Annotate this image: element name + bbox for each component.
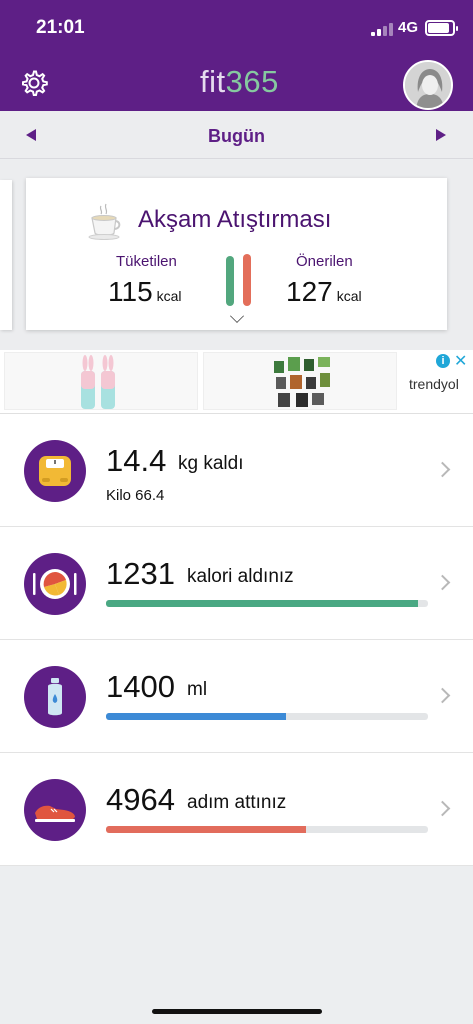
tea-cup-icon [88, 203, 121, 240]
meal-card[interactable]: Akşam Atıştırması Tüketilen 115 kcal Öner… [26, 178, 447, 330]
app-logo: fit365 [200, 64, 279, 100]
toy-figures-image [274, 357, 330, 407]
weight-row[interactable]: 14.4 kg kaldı Kilo 66.4 [0, 414, 473, 527]
consumed-value: 115 kcal [108, 276, 182, 308]
steps-unit: adım attınız [187, 792, 287, 813]
logo-fit: fit [200, 64, 226, 99]
chevron-right-icon [434, 461, 451, 478]
consumed-unit: kcal [156, 288, 182, 304]
ad-banner[interactable]: i ✕ trendyol [0, 350, 473, 414]
water-unit: ml [187, 679, 208, 700]
ad-close-icon[interactable]: ✕ [454, 351, 467, 371]
sneaker-icon [24, 779, 86, 841]
recommended-number: 127 [286, 276, 333, 307]
current-weight: Kilo 66.4 [106, 487, 165, 504]
water-progress-fill [106, 713, 287, 720]
status-time: 21:01 [36, 17, 85, 38]
calories-unit: kalori aldınız [187, 566, 294, 587]
recommended-value: 127 kcal [286, 276, 362, 308]
home-indicator[interactable] [152, 1009, 322, 1014]
water-row[interactable]: 1400 ml [0, 640, 473, 753]
signal-icon [371, 22, 393, 36]
settings-gear-icon[interactable] [20, 69, 48, 97]
weight-remaining-unit: kg kaldı [178, 453, 244, 474]
recommended-bar [243, 254, 251, 306]
battery-icon [425, 20, 458, 36]
calories-value: 1231 [106, 556, 175, 591]
profile-avatar[interactable] [403, 60, 453, 110]
calories-row[interactable]: 1231 kalori aldınız [0, 527, 473, 640]
calories-progress-bar [106, 600, 428, 607]
network-type: 4G [398, 19, 419, 36]
bunny-bottles-image [81, 355, 115, 409]
app-header: 21:01 4G fit365 [0, 0, 473, 111]
meal-title: Akşam Atıştırması [138, 206, 332, 233]
previous-meal-card-peek[interactable] [0, 180, 12, 330]
water-bottle-icon [24, 666, 86, 728]
logo-365: 365 [225, 64, 279, 99]
steps-progress-bar [106, 826, 428, 833]
ad-brand-name: trendyol [409, 376, 459, 392]
weight-remaining-value: 14.4 [106, 443, 167, 478]
consumed-label: Tüketilen [116, 253, 177, 270]
chevron-right-icon [434, 800, 451, 817]
steps-progress-fill [106, 826, 306, 833]
plate-icon [24, 553, 86, 615]
ad-product-image[interactable] [4, 352, 198, 410]
recommended-unit: kcal [336, 288, 362, 304]
ad-info-icon[interactable]: i [436, 354, 450, 368]
date-navigator: Bugün [0, 111, 473, 159]
ad-product-image[interactable] [203, 352, 397, 410]
user-avatar-icon [405, 62, 451, 108]
meal-carousel[interactable]: Akşam Atıştırması Tüketilen 115 kcal Öner… [0, 160, 473, 350]
consumed-number: 115 [108, 276, 153, 307]
ad-brand-logo[interactable]: trendyol [409, 376, 459, 392]
calories-progress-fill [106, 600, 419, 607]
recommended-label: Önerilen [296, 253, 353, 270]
date-label[interactable]: Bugün [0, 126, 473, 147]
chevron-right-icon [434, 574, 451, 591]
water-value: 1400 [106, 669, 175, 704]
steps-row[interactable]: 4964 adım attınız [0, 753, 473, 866]
next-day-arrow-icon[interactable] [436, 129, 446, 141]
water-progress-bar [106, 713, 428, 720]
scale-icon [24, 440, 86, 502]
chevron-right-icon [434, 687, 451, 704]
expand-chevron-icon[interactable] [230, 309, 244, 323]
consumed-bar [226, 256, 234, 306]
steps-value: 4964 [106, 782, 175, 817]
